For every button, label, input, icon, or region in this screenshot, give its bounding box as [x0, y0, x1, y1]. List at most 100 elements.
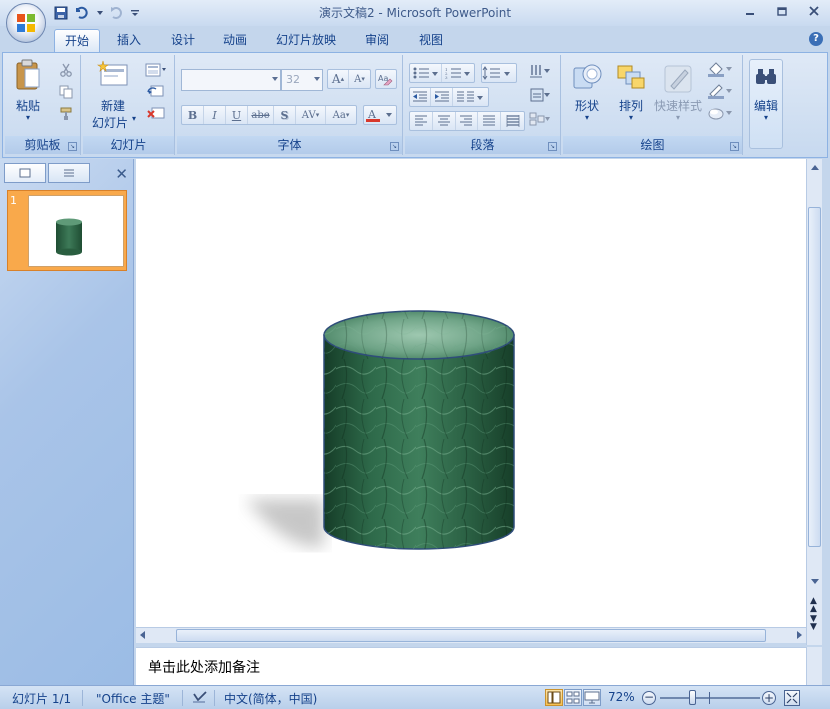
paragraph-launcher[interactable]: ↘: [548, 142, 557, 151]
zoom-in-button[interactable]: +: [762, 691, 776, 705]
numbering-button[interactable]: 123: [442, 64, 474, 82]
smartart-icon[interactable]: [527, 109, 553, 129]
zoom-slider-thumb[interactable]: [689, 690, 696, 705]
italic-button[interactable]: I: [204, 106, 226, 124]
font-color-button[interactable]: A: [363, 105, 397, 125]
shadow-button[interactable]: S: [274, 106, 296, 124]
increase-indent-button[interactable]: [431, 88, 453, 106]
font-name-input[interactable]: [181, 69, 281, 91]
notes-placeholder: 单击此处添加备注: [148, 660, 260, 676]
align-center-button[interactable]: [433, 112, 456, 130]
close-icon[interactable]: ✕: [115, 165, 128, 183]
new-slide-dropdown-icon[interactable]: ▾: [129, 114, 139, 123]
align-left-button[interactable]: [410, 112, 433, 130]
close-button[interactable]: [798, 0, 830, 22]
decrease-indent-icon: [413, 91, 428, 102]
cut-icon[interactable]: [57, 61, 75, 79]
columns-button[interactable]: [453, 88, 488, 106]
notes-scrollbar[interactable]: [806, 647, 822, 685]
character-spacing-button[interactable]: AV ▾: [296, 106, 326, 124]
normal-view-button[interactable]: [545, 689, 563, 706]
previous-slide-icon[interactable]: ▲ ▲: [810, 597, 817, 614]
justify-button[interactable]: [478, 112, 502, 130]
shapes-label: 形状: [574, 99, 599, 113]
font-group-label: 字体: [177, 136, 402, 154]
shape-fill-icon[interactable]: [705, 59, 735, 79]
font-launcher[interactable]: ↘: [390, 142, 399, 151]
tab-insert[interactable]: 插入: [108, 29, 150, 52]
tab-design[interactable]: 设计: [162, 29, 204, 52]
tab-animations[interactable]: 动画: [214, 29, 256, 52]
editing-dropdown-icon[interactable]: ▾: [749, 113, 783, 122]
line-spacing-button[interactable]: [481, 63, 517, 83]
help-icon[interactable]: ?: [809, 32, 823, 46]
align-right-button[interactable]: [456, 112, 479, 130]
arrange-dropdown-icon[interactable]: ▾: [611, 113, 651, 122]
spelling-check-icon[interactable]: [192, 690, 208, 707]
scroll-up-icon[interactable]: [811, 165, 819, 170]
arrange-button[interactable]: [611, 59, 651, 97]
quick-styles-button[interactable]: [653, 59, 703, 97]
font-size-input[interactable]: 32: [281, 69, 323, 91]
zoom-slider[interactable]: [660, 697, 760, 699]
format-painter-icon[interactable]: [57, 105, 75, 123]
underline-button[interactable]: U: [226, 106, 248, 124]
grow-font-button[interactable]: A ▴: [328, 70, 350, 88]
distributed-button[interactable]: [501, 112, 524, 130]
quick-styles-dropdown-icon[interactable]: ▾: [653, 113, 703, 122]
layout-icon[interactable]: [143, 61, 169, 79]
vertical-scroll-thumb[interactable]: [808, 207, 821, 547]
scroll-down-icon[interactable]: [811, 579, 819, 584]
horizontal-scroll-thumb[interactable]: [176, 629, 766, 642]
copy-icon[interactable]: [57, 83, 75, 101]
cylinder-shape[interactable]: [136, 159, 806, 627]
next-slide-icon[interactable]: ▼ ▼: [810, 615, 817, 632]
change-case-button[interactable]: Aa ▾: [326, 106, 356, 124]
zoom-level[interactable]: 72%: [608, 690, 635, 704]
decrease-indent-button[interactable]: [410, 88, 432, 106]
tab-home[interactable]: 开始: [54, 29, 100, 52]
text-direction-icon[interactable]: [527, 61, 553, 81]
new-slide-icon: [97, 60, 128, 86]
slide-canvas[interactable]: [136, 159, 806, 627]
bullets-button[interactable]: [410, 64, 443, 82]
shape-outline-icon[interactable]: [705, 81, 735, 101]
line-spacing-icon: [482, 66, 510, 80]
slides-tab[interactable]: [4, 163, 46, 183]
shrink-font-button[interactable]: A ▾: [349, 70, 370, 88]
align-center-icon: [437, 115, 450, 126]
slide-thumbnail[interactable]: [7, 190, 127, 271]
drawing-launcher[interactable]: ↘: [730, 142, 739, 151]
tab-review[interactable]: 审阅: [356, 29, 398, 52]
shapes-button[interactable]: [567, 59, 607, 97]
notes-pane[interactable]: 单击此处添加备注: [136, 647, 806, 685]
outline-tab[interactable]: [48, 163, 90, 183]
horizontal-scrollbar[interactable]: [136, 627, 806, 643]
reset-slide-icon[interactable]: [143, 83, 169, 101]
align-right-icon: [460, 115, 473, 126]
vertical-scrollbar[interactable]: ▲ ▲ ▼ ▼: [806, 159, 822, 645]
clear-formatting-button[interactable]: Aa: [375, 69, 397, 89]
minimize-button[interactable]: [734, 0, 766, 22]
align-text-icon[interactable]: [527, 85, 553, 105]
slideshow-view-button[interactable]: [583, 689, 601, 706]
zoom-out-button[interactable]: −: [642, 691, 656, 705]
office-button[interactable]: [6, 3, 46, 43]
strikethrough-button[interactable]: abe: [248, 106, 274, 124]
scroll-left-icon[interactable]: [140, 631, 145, 639]
shape-effects-icon[interactable]: [705, 103, 735, 123]
paste-dropdown-icon[interactable]: ▾: [9, 113, 47, 122]
restore-button[interactable]: [766, 0, 798, 22]
bold-button[interactable]: B: [182, 106, 204, 124]
shapes-dropdown-icon[interactable]: ▾: [567, 113, 607, 122]
tab-slideshow[interactable]: 幻灯片放映: [268, 29, 344, 52]
font-group: 32 A ▴ A ▾ Aa B I U abe S AV ▾ Aa ▾ A 字体 ↘: [177, 55, 403, 155]
window-controls: [734, 0, 830, 22]
clipboard-launcher[interactable]: ↘: [68, 142, 77, 151]
tab-view[interactable]: 视图: [410, 29, 452, 52]
fit-to-window-icon[interactable]: [784, 690, 800, 706]
delete-slide-icon[interactable]: [143, 105, 169, 123]
slide-sorter-view-button[interactable]: [564, 689, 582, 706]
language[interactable]: 中文(简体，中国): [224, 690, 317, 707]
scroll-right-icon[interactable]: [797, 631, 802, 639]
